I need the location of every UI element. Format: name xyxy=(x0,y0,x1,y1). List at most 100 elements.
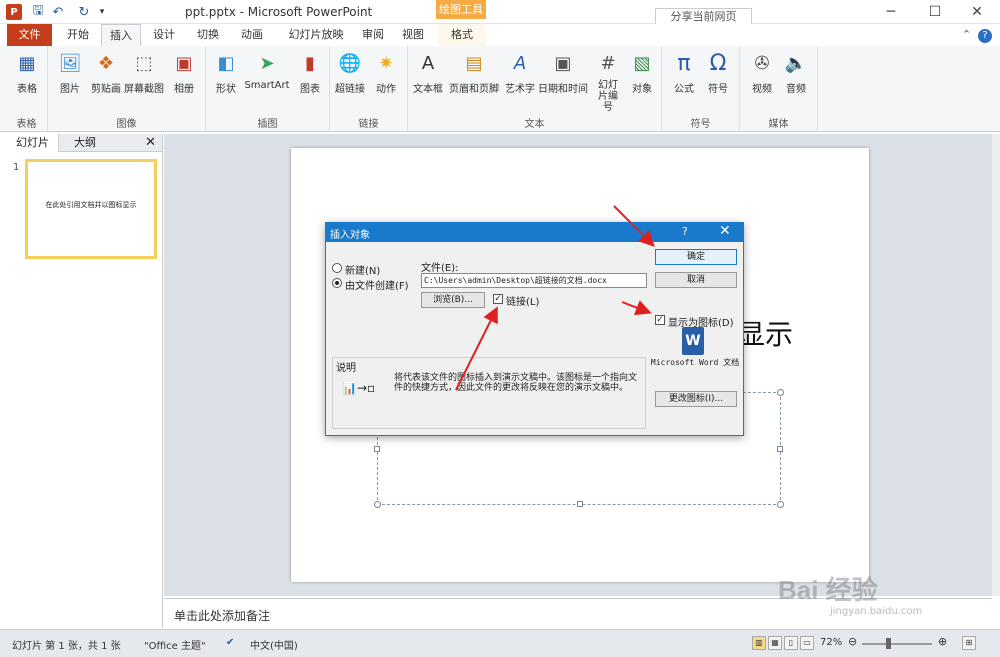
window-title: ppt.pptx - Microsoft PowerPoint xyxy=(185,5,373,19)
shapes-button[interactable]: ◧ 形状 xyxy=(206,50,246,96)
slide-thumbnail[interactable]: 在此处引用文档并以图标显示 xyxy=(25,159,157,259)
audio-button[interactable]: 🔈 音频 xyxy=(776,50,816,96)
textbox-button[interactable]: A 文本框 xyxy=(408,50,448,96)
result-link-icon: 📊→▫ xyxy=(342,381,376,395)
date-time-button[interactable]: ▣ 日期和时间 xyxy=(538,50,588,96)
table-button[interactable]: ▦ 表格 xyxy=(7,50,47,96)
wordart-button[interactable]: A 艺术字 xyxy=(500,50,540,96)
table-icon: ▦ xyxy=(18,52,36,74)
minimize-icon[interactable]: ─ xyxy=(876,2,906,22)
object-icon: ▧ xyxy=(633,52,651,74)
resize-handle[interactable] xyxy=(374,446,380,452)
tab-view[interactable]: 视图 xyxy=(396,24,430,46)
slide-number-button-label: 幻灯片编号 xyxy=(598,80,618,113)
zoom-slider[interactable] xyxy=(862,643,932,645)
group-label-images: 图像 xyxy=(116,119,137,130)
symbol-button[interactable]: Ω 符号 xyxy=(698,50,738,96)
picture-button[interactable]: 🖼 图片 xyxy=(50,50,90,96)
close-panel-icon[interactable]: ✕ xyxy=(145,135,156,150)
tab-insert[interactable]: 插入 xyxy=(101,24,141,47)
change-icon-button[interactable]: 更改图标(I)... xyxy=(655,391,737,407)
tab-design[interactable]: 设计 xyxy=(146,24,182,46)
resize-handle[interactable] xyxy=(777,389,784,396)
status-bar: 幻灯片 第 1 张，共 1 张 "Office 主题" ✔ 中文(中国) ▥ ▦… xyxy=(0,629,1000,657)
tab-outline[interactable]: 大纲 xyxy=(59,134,111,152)
group-images: 🖼 图片 ❖ 剪贴画 ⬚ 屏幕截图 ▣ 相册 图像 xyxy=(48,46,206,132)
result-label: 说明 xyxy=(336,363,356,374)
textbox-icon: A xyxy=(421,52,435,74)
zoom-slider-thumb[interactable] xyxy=(886,638,891,649)
header-footer-button[interactable]: ▤ 页眉和页脚 xyxy=(448,50,500,96)
object-button-label: 对象 xyxy=(632,84,652,95)
resize-handle[interactable] xyxy=(777,446,783,452)
panel-tabs: 幻灯片 大纲 ✕ xyxy=(7,134,162,152)
file-path-input[interactable]: C:\Users\admin\Desktop\超链接的文档.docx xyxy=(421,273,647,288)
picture-button-label: 图片 xyxy=(60,84,80,95)
maximize-icon[interactable]: ☐ xyxy=(920,2,950,22)
slideshow-view-icon[interactable]: ▭ xyxy=(800,636,814,650)
create-from-file-label[interactable]: 由文件创建(F) xyxy=(345,277,409,292)
create-from-file-radio[interactable] xyxy=(332,278,342,288)
object-button[interactable]: ▧ 对象 xyxy=(622,50,662,96)
hyperlink-button[interactable]: 🌐 超链接 xyxy=(330,50,370,96)
undo-icon[interactable]: ↶ xyxy=(50,4,66,20)
browse-button[interactable]: 浏览(B)... xyxy=(421,292,485,308)
save-icon[interactable]: 🖫 xyxy=(30,3,46,20)
screenshot-button[interactable]: ⬚ 屏幕截图 xyxy=(124,50,164,96)
group-label-illustrations: 插图 xyxy=(257,119,278,130)
resize-handle[interactable] xyxy=(777,501,784,508)
vertical-scrollbar[interactable] xyxy=(992,134,1000,596)
picture-icon: 🖼 xyxy=(58,52,82,74)
customize-quick-access-icon[interactable]: ▾ xyxy=(94,4,110,20)
fit-to-window-icon[interactable]: ⊞ xyxy=(962,636,976,650)
slide-sorter-icon[interactable]: ▦ xyxy=(768,636,782,650)
ok-button[interactable]: 确定 xyxy=(655,249,737,265)
slide-count-status: 幻灯片 第 1 张，共 1 张 xyxy=(12,641,121,652)
tab-slide-show[interactable]: 幻灯片放映 xyxy=(278,24,354,46)
zoom-in-icon[interactable]: ⊕ xyxy=(938,635,947,648)
smartart-button[interactable]: ➤ SmartArt xyxy=(244,50,290,92)
clipart-button-label: 剪贴画 xyxy=(91,84,121,95)
tab-slides[interactable]: 幻灯片 xyxy=(7,134,59,152)
tab-animations[interactable]: 动画 xyxy=(232,24,272,46)
help-icon[interactable]: ? xyxy=(978,29,992,43)
link-checkbox-label[interactable]: 链接(L) xyxy=(506,293,539,308)
tab-format[interactable]: 格式 xyxy=(438,24,486,46)
shapes-button-label: 形状 xyxy=(216,84,236,95)
omega-icon: Ω xyxy=(709,50,727,76)
dialog-title-bar: 插入对象 ? ✕ xyxy=(326,223,743,242)
close-window-icon[interactable]: ✕ xyxy=(962,2,992,22)
tab-home[interactable]: 开始 xyxy=(60,24,96,46)
slide-title-text[interactable]: 显示 xyxy=(737,313,793,353)
chart-button[interactable]: ▮ 图表 xyxy=(290,50,330,96)
slide-number-icon: # xyxy=(600,52,616,74)
action-button[interactable]: ✷ 动作 xyxy=(366,50,406,96)
clipart-button[interactable]: ❖ 剪贴画 xyxy=(86,50,126,96)
powerpoint-app-icon[interactable]: P xyxy=(6,4,22,20)
language-status[interactable]: 中文(中国) xyxy=(250,637,298,652)
resize-handle[interactable] xyxy=(577,501,583,507)
album-button[interactable]: ▣ 相册 xyxy=(164,50,204,96)
minimize-ribbon-icon[interactable]: ⌃ xyxy=(962,28,971,41)
normal-view-icon[interactable]: ▥ xyxy=(752,636,766,650)
create-new-radio[interactable] xyxy=(332,263,342,273)
resize-handle[interactable] xyxy=(374,501,381,508)
audio-button-label: 音频 xyxy=(786,84,806,95)
dialog-help-icon[interactable]: ? xyxy=(682,225,688,238)
dialog-close-icon[interactable]: ✕ xyxy=(719,223,731,239)
create-new-label[interactable]: 新建(N) xyxy=(345,262,380,277)
redo-icon[interactable]: ↻ xyxy=(76,4,92,20)
link-checkbox[interactable]: ✓ xyxy=(493,294,503,304)
spell-check-icon[interactable]: ✔ xyxy=(226,637,234,648)
pi-icon: π xyxy=(677,50,691,76)
reading-view-icon[interactable]: ▯ xyxy=(784,636,798,650)
zoom-level[interactable]: 72% xyxy=(820,637,842,648)
tab-file[interactable]: 文件 xyxy=(7,24,52,46)
wordart-button-label: 艺术字 xyxy=(505,84,535,95)
tab-transitions[interactable]: 切换 xyxy=(188,24,228,46)
zoom-out-icon[interactable]: ⊖ xyxy=(848,635,857,648)
tab-review[interactable]: 审阅 xyxy=(356,24,390,46)
display-as-icon-checkbox[interactable]: ✓ xyxy=(655,315,665,325)
cancel-button[interactable]: 取消 xyxy=(655,272,737,288)
group-label-links: 链接 xyxy=(358,119,379,130)
